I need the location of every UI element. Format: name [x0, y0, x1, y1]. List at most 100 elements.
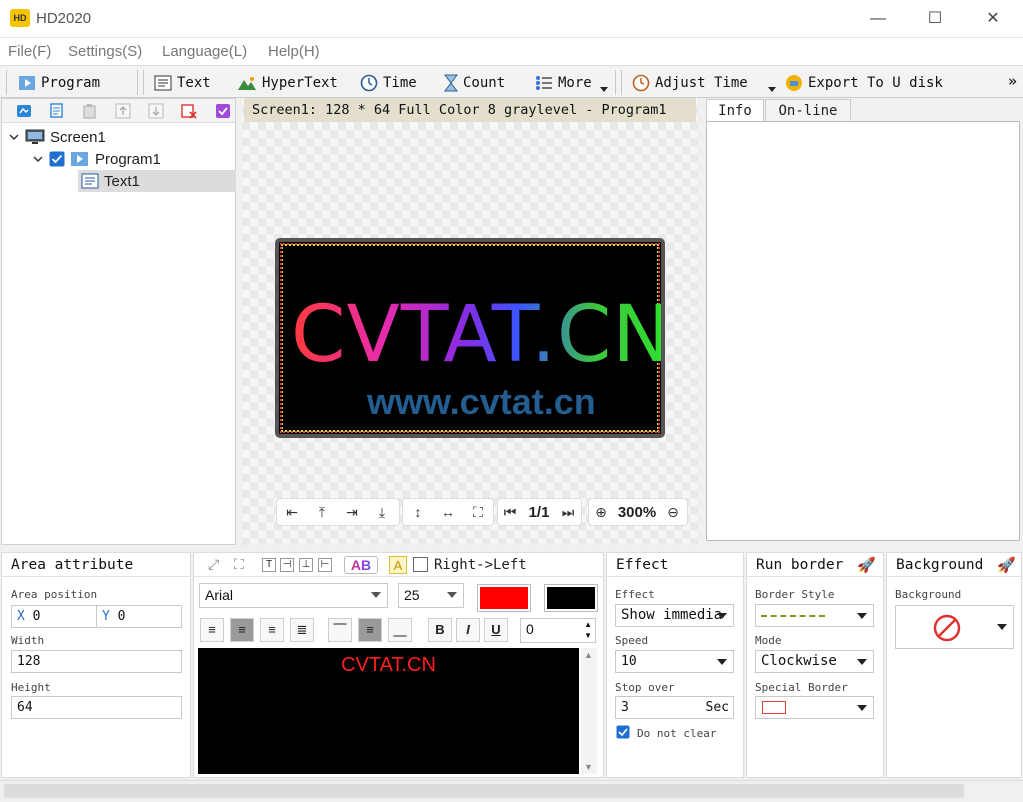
maximize-button[interactable]: ☐	[912, 6, 958, 32]
speed-label: Speed	[615, 634, 649, 647]
delete-icon[interactable]	[181, 103, 197, 119]
tree-item-program1[interactable]: Program1	[32, 148, 161, 170]
scroll-up-icon[interactable]: ▲	[584, 650, 593, 660]
program-button[interactable]: Program	[18, 72, 100, 94]
stop-over-field[interactable]: 3 Sec	[615, 696, 734, 719]
text-effect-button[interactable]: A	[389, 556, 407, 574]
expand-icon[interactable]: ⤢	[208, 556, 219, 573]
chevron-down-icon	[447, 592, 457, 598]
bottom-scrollbar[interactable]	[0, 780, 1023, 802]
underline-button[interactable]: U	[484, 618, 508, 642]
move-up-icon[interactable]	[115, 103, 131, 119]
font-select[interactable]: Arial	[199, 583, 388, 608]
more-dropdown-arrow-icon[interactable]	[600, 87, 608, 92]
copy-icon[interactable]	[49, 103, 65, 119]
text-editor[interactable]: CVTAT.CN	[198, 648, 579, 774]
valign-bottom-button[interactable]: ⎽	[388, 618, 412, 642]
effect-select[interactable]: Show immedia	[615, 604, 734, 627]
height-field[interactable]: 64	[11, 696, 182, 719]
export-u-disk-button[interactable]: Export To U disk	[785, 72, 943, 94]
screen-settings-icon[interactable]	[16, 103, 32, 119]
align-right-button[interactable]: ≡	[260, 618, 284, 642]
align-center-button[interactable]: ≡	[230, 618, 254, 642]
align-left-icon[interactable]: ⇤	[277, 504, 307, 521]
text-color-button[interactable]	[477, 584, 531, 612]
rocket-icon[interactable]: 🚀	[857, 556, 876, 574]
previous-page-icon[interactable]: ⏮	[498, 504, 522, 521]
colorful-text-button[interactable]: AB	[344, 556, 378, 574]
y-position-field[interactable]: Y 0	[96, 605, 182, 628]
letter-spacing-stepper[interactable]: 0 ▲ ▼	[520, 618, 596, 643]
align-right-icon[interactable]: ⇥	[337, 504, 367, 521]
valign-top-button[interactable]: ⎺	[328, 618, 352, 642]
right-to-left-checkbox[interactable]	[413, 557, 428, 572]
adjust-time-button[interactable]: Adjust Time	[632, 72, 748, 94]
align-v-icon[interactable]: ⊥	[299, 558, 313, 572]
menu-help[interactable]: Help(H)	[268, 43, 320, 60]
spacing-icon[interactable]: ⊢	[318, 558, 332, 572]
scrollbar-thumb[interactable]	[4, 784, 964, 798]
hypertext-button[interactable]: HyperText	[237, 72, 338, 94]
tree-toolbar	[2, 99, 235, 123]
program-icon	[71, 152, 88, 166]
align-top-icon[interactable]: ⤒	[307, 504, 337, 521]
led-screen-preview[interactable]: CVTAT.CN www.cvtat.cn	[275, 238, 665, 438]
justify-button[interactable]: ≣	[290, 618, 314, 642]
fit-full-icon[interactable]: ⛶	[463, 504, 493, 521]
align-bottom-icon[interactable]: ⤓	[367, 504, 397, 521]
scroll-down-icon[interactable]: ▼	[584, 762, 593, 772]
background-select[interactable]	[895, 605, 1014, 649]
count-button[interactable]: Count	[444, 72, 505, 94]
border-style-select[interactable]	[755, 604, 874, 627]
select-all-icon[interactable]	[215, 103, 231, 119]
tree-item-text1[interactable]: Text1	[78, 170, 236, 192]
chevron-down-icon[interactable]	[32, 153, 44, 165]
time-button[interactable]: Time	[360, 72, 417, 94]
adjust-time-dropdown-arrow-icon[interactable]	[768, 87, 776, 92]
tree-item-screen1[interactable]: Screen1	[8, 126, 106, 148]
rocket-icon[interactable]: 🚀	[997, 556, 1016, 574]
text-mode-icon[interactable]: T	[262, 558, 276, 572]
checkbox-checked-icon[interactable]	[49, 151, 65, 167]
stepper-arrows-icon[interactable]: ▲ ▼	[584, 619, 592, 641]
toolbar-overflow-button[interactable]: »	[1008, 72, 1017, 90]
do-not-clear-checkbox[interactable]	[616, 725, 630, 739]
select-area-icon[interactable]: ⛶	[234, 556, 244, 573]
menu-language[interactable]: Language(L)	[162, 43, 247, 60]
minimize-button[interactable]: —	[855, 6, 901, 32]
close-button[interactable]: ✕	[970, 6, 1016, 32]
chevron-down-icon[interactable]	[8, 131, 20, 143]
align-h-icon[interactable]: ⊣	[280, 558, 294, 572]
title-bar: HD HD2020 — ☐ ✕	[0, 0, 1023, 38]
font-size-select[interactable]: 25	[398, 583, 464, 608]
next-page-icon[interactable]: ⏭	[556, 504, 580, 521]
toolbar-separator	[615, 70, 616, 95]
paste-icon[interactable]	[82, 103, 98, 119]
program-button-label: Program	[41, 75, 101, 91]
align-left-button[interactable]: ≡	[200, 618, 224, 642]
move-down-icon[interactable]	[148, 103, 164, 119]
area-attribute-section: Area attribute Area position X 0 Y 0 Wid…	[1, 552, 191, 778]
x-position-field[interactable]: X 0	[11, 605, 97, 628]
bold-button[interactable]: B	[428, 618, 452, 642]
tab-info[interactable]: Info	[706, 99, 764, 122]
editor-scrollbar[interactable]: ▲ ▼	[581, 648, 597, 774]
zoom-in-icon[interactable]: ⊕	[589, 504, 613, 521]
text-button[interactable]: Text	[154, 72, 211, 94]
mode-select[interactable]: Clockwise	[755, 650, 874, 673]
fit-height-icon[interactable]: ↕	[403, 504, 433, 520]
tab-online[interactable]: On-line	[765, 99, 851, 122]
italic-button[interactable]: I	[456, 618, 480, 642]
menu-settings[interactable]: Settings(S)	[68, 43, 142, 60]
tree-item-label: Text1	[104, 172, 140, 190]
fit-width-icon[interactable]: ↔	[433, 504, 463, 520]
more-button[interactable]: More	[535, 72, 592, 94]
special-border-select[interactable]	[755, 696, 874, 719]
page-indicator: 1/1	[528, 503, 550, 521]
width-field[interactable]: 128	[11, 650, 182, 673]
background-color-button[interactable]	[544, 584, 598, 612]
zoom-out-icon[interactable]: ⊖	[661, 504, 685, 521]
menu-file[interactable]: File(F)	[8, 43, 51, 60]
valign-middle-button[interactable]: ≡	[358, 618, 382, 642]
speed-select[interactable]: 10	[615, 650, 734, 673]
